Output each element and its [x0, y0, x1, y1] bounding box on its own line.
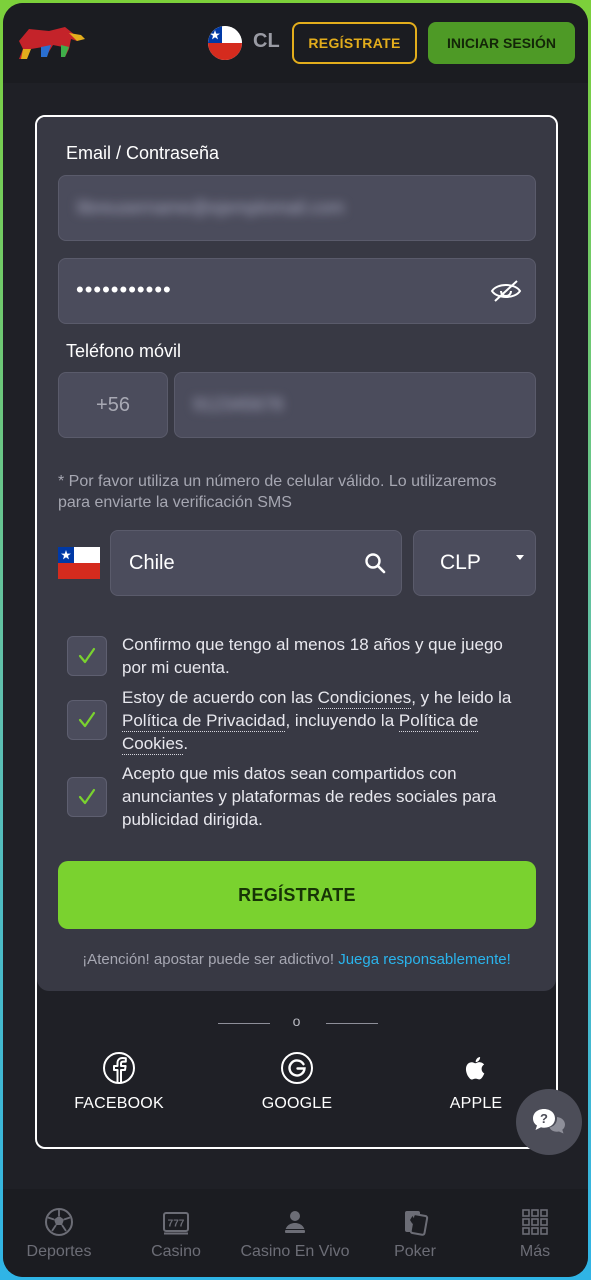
nav-item-poker[interactable]: Poker [356, 1207, 474, 1261]
facebook-icon [103, 1052, 135, 1084]
nav-item-more[interactable]: Más [476, 1207, 588, 1261]
gambling-warning: ¡Atención! apostar puede ser adictivo! J… [37, 951, 556, 968]
app-frame: CL REGÍSTRATE INICIAR SESIÓN Email / Con… [3, 3, 588, 1277]
terms-mid2: , incluyendo la [285, 711, 395, 730]
currency-value: CLP [440, 551, 481, 574]
registration-modal: Email / Contraseña libreusername@ejemplo… [35, 115, 558, 1149]
help-chat-button[interactable]: ? [516, 1089, 582, 1155]
nav-item-sports[interactable]: Deportes [3, 1207, 118, 1261]
help-icon: ? [533, 1109, 565, 1134]
terms-end: . [183, 734, 189, 753]
header-login-button[interactable]: INICIAR SESIÓN [428, 22, 575, 64]
chevron-down-icon [516, 555, 524, 560]
svg-text:777: 777 [168, 1219, 185, 1230]
terms-pre: Estoy de acuerdo con las [122, 688, 313, 707]
google-login-button[interactable]: GOOGLE [232, 1051, 362, 1113]
facebook-login-button[interactable]: FACEBOOK [54, 1051, 184, 1113]
checkmark-icon [78, 711, 96, 728]
slot-machine-icon: 777 [163, 1212, 189, 1235]
privacy-policy-link[interactable]: Política de Privacidad [122, 711, 286, 732]
phone-hint: * Por favor utiliza un número de celular… [58, 473, 497, 511]
search-icon[interactable] [363, 551, 387, 575]
playing-cards-icon [405, 1211, 429, 1236]
currency-select[interactable]: CLP [413, 530, 536, 596]
grid-menu-icon [522, 1209, 548, 1235]
conditions-link[interactable]: Condiciones [317, 688, 412, 709]
country-value: Chile [129, 552, 175, 574]
apple-icon [465, 1057, 485, 1080]
submit-register-button[interactable]: REGÍSTRATE [58, 861, 536, 929]
terms-checkbox[interactable] [67, 700, 107, 740]
header-register-button[interactable]: REGÍSTRATE [292, 22, 417, 64]
phone-number-value: 912345678 [193, 394, 284, 415]
nav-label-more: Más [519, 1243, 551, 1260]
phone-label: Teléfono móvil [66, 341, 182, 361]
checkmark-icon [78, 788, 96, 805]
country-code[interactable]: CL [253, 30, 280, 53]
checkmark-icon [78, 647, 96, 664]
phone-prefix-value: +56 [96, 394, 130, 416]
age-confirm-text: Confirmo que tengo al menos 18 años y qu… [122, 635, 503, 677]
divider-or: o [292, 1013, 301, 1029]
password-field[interactable]: ••••••••••• [58, 258, 536, 324]
warning-text: ¡Atención! apostar puede ser adictivo! [82, 951, 335, 968]
email-password-label: Email / Contraseña [66, 143, 220, 163]
soccer-ball-icon [45, 1208, 73, 1236]
svg-text:?: ? [540, 1111, 548, 1126]
divider-right [326, 1023, 378, 1024]
bottom-navigation: Deportes 777 Casino Casino En Vivo Poker… [3, 1189, 588, 1277]
google-label: GOOGLE [261, 1095, 333, 1112]
nav-label-casino: Casino [151, 1243, 201, 1260]
nav-item-live-casino[interactable]: Casino En Vivo [236, 1207, 354, 1261]
registration-form: Email / Contraseña libreusername@ejemplo… [37, 117, 556, 991]
google-icon [281, 1052, 313, 1084]
data-sharing-checkbox[interactable] [67, 777, 107, 817]
live-dealer-icon [284, 1211, 306, 1233]
phone-number-field[interactable]: 912345678 [174, 372, 536, 438]
nav-item-casino[interactable]: 777 Casino [117, 1207, 235, 1261]
age-checkbox[interactable] [67, 636, 107, 676]
password-value: ••••••••••• [76, 277, 172, 302]
facebook-label: FACEBOOK [74, 1095, 164, 1112]
chile-flag-icon [58, 547, 100, 579]
nav-label-live-casino: Casino En Vivo [240, 1243, 350, 1260]
phone-prefix-field[interactable]: +56 [58, 372, 168, 438]
top-header: CL REGÍSTRATE INICIAR SESIÓN [3, 3, 588, 83]
terms-text: Estoy de acuerdo con las Condiciones, y … [122, 686, 532, 755]
email-value: libreusername@ejemplomail.com [77, 197, 345, 218]
responsible-gaming-link[interactable]: Juega responsablemente! [338, 951, 511, 968]
brand-logo-icon[interactable] [15, 19, 87, 63]
country-flag-icon[interactable] [208, 26, 242, 60]
nav-label-poker: Poker [394, 1243, 436, 1260]
terms-mid: , y he leido la [411, 688, 512, 707]
country-select[interactable]: Chile [110, 530, 402, 596]
email-field[interactable]: libreusername@ejemplomail.com [58, 175, 536, 241]
nav-label-sports: Deportes [26, 1243, 92, 1260]
data-sharing-text: Acepto que mis datos sean compartidos co… [122, 764, 497, 829]
eye-hidden-icon[interactable] [489, 277, 523, 305]
